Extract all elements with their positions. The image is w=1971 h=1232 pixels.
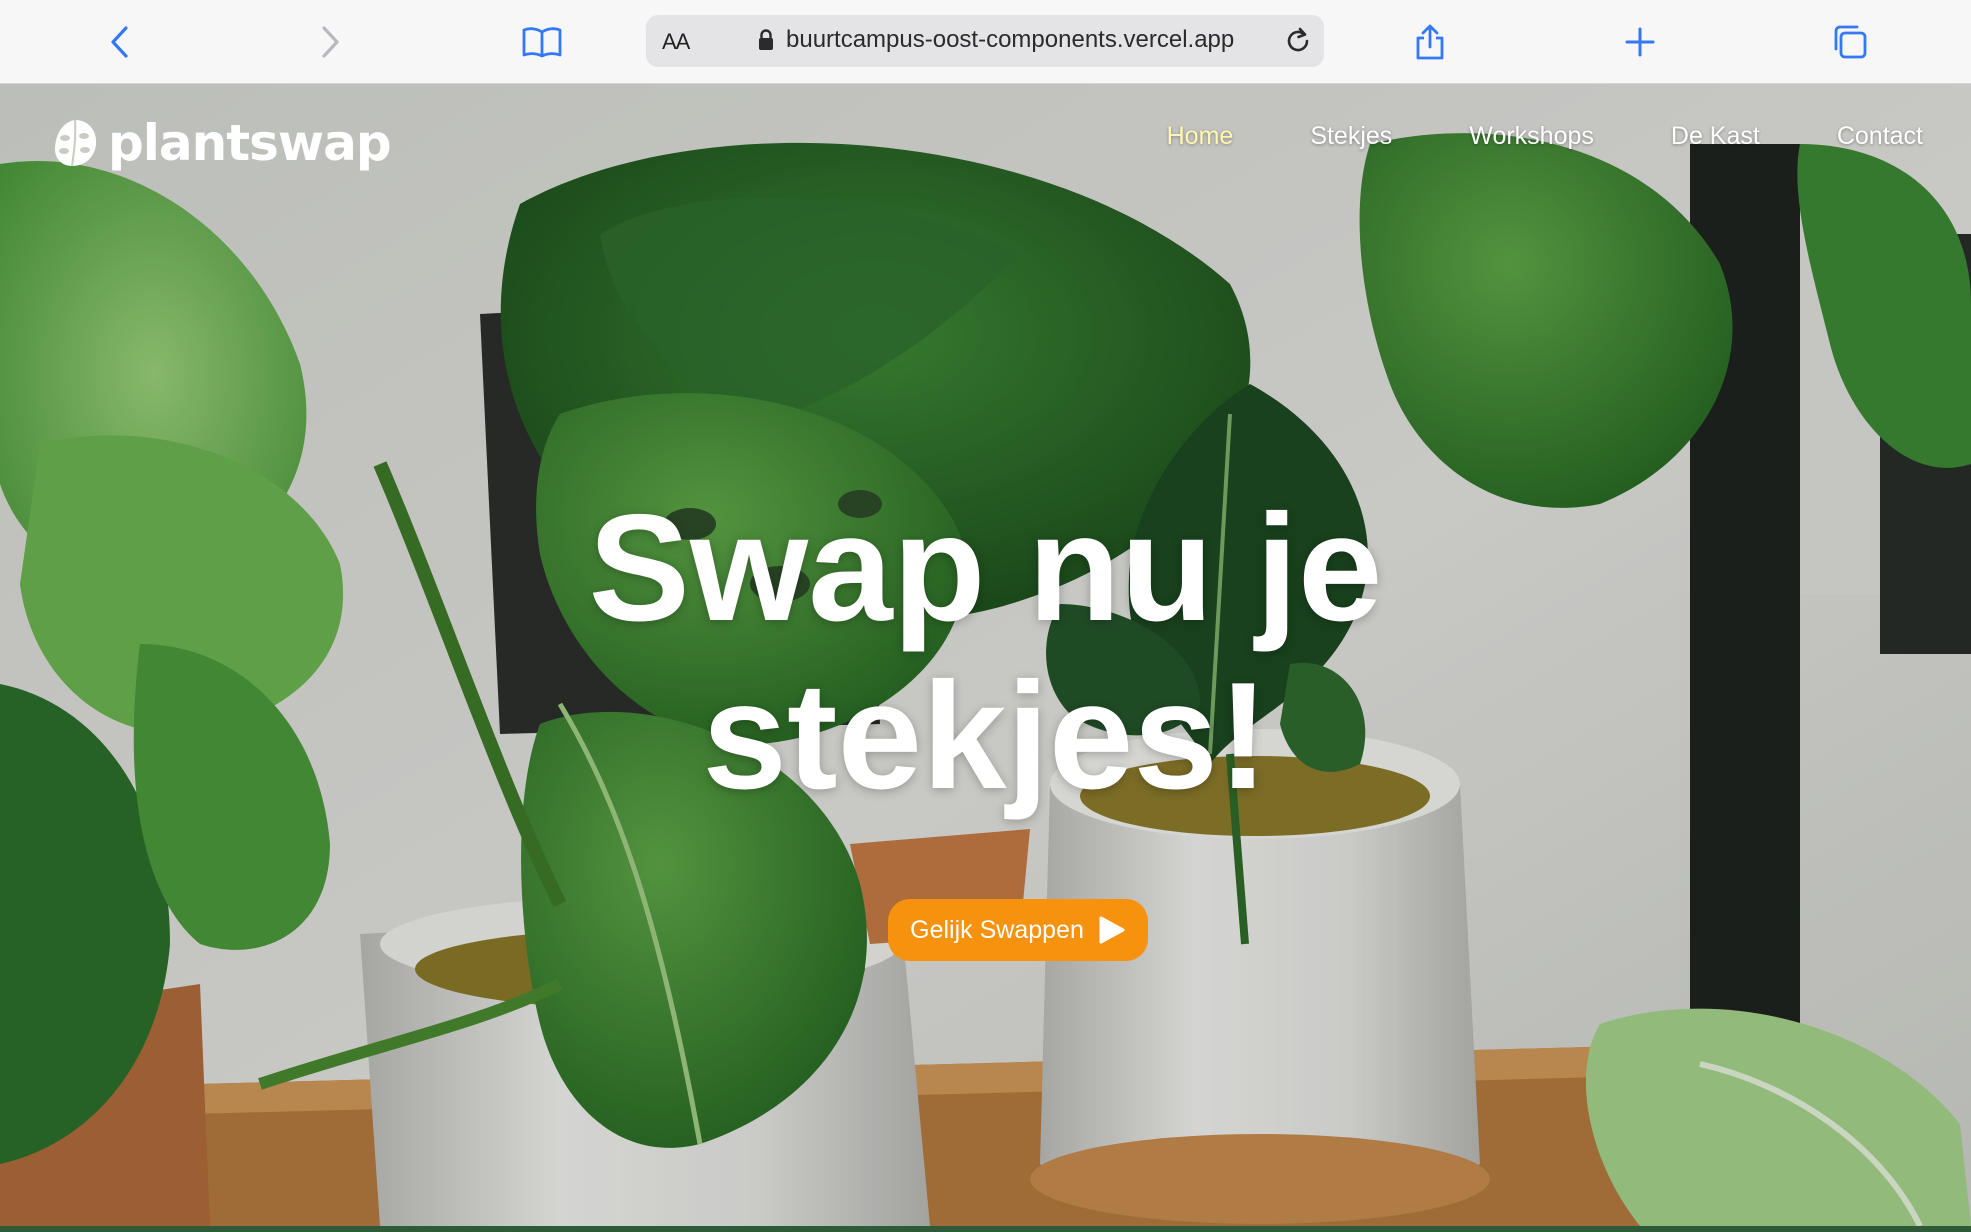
lock-icon	[759, 29, 773, 50]
logo-text: plantswap	[108, 114, 392, 172]
site-logo[interactable]: plantswap	[52, 114, 392, 172]
bookmarks-icon	[522, 27, 562, 58]
page-bottom-edge	[0, 1226, 1971, 1232]
nav-de-kast[interactable]: De Kast	[1671, 122, 1760, 151]
address-bar[interactable]: AA buurtcampus-oost-components.vercel.ap…	[646, 15, 1324, 67]
tabs-button[interactable]	[1822, 14, 1878, 70]
web-page: plantswap Home Stekjes Workshops De Kast…	[0, 84, 1971, 1226]
nav-home[interactable]: Home	[1167, 122, 1234, 151]
bookmarks-button[interactable]	[514, 14, 570, 70]
new-tab-icon	[1625, 27, 1655, 57]
main-nav: Home Stekjes Workshops De Kast Contact	[1090, 122, 1923, 151]
tabs-icon	[1834, 25, 1867, 59]
cta-label: Gelijk Swappen	[910, 915, 1084, 944]
hero-title-line-2: stekjes!	[702, 651, 1269, 821]
new-tab-button[interactable]	[1612, 14, 1668, 70]
back-button[interactable]	[92, 14, 148, 70]
back-icon	[111, 26, 128, 58]
play-icon	[1099, 916, 1125, 944]
share-icon	[1416, 24, 1444, 60]
text-size-button[interactable]: AA	[662, 29, 690, 55]
nav-stekjes[interactable]: Stekjes	[1310, 122, 1392, 151]
url-text: buurtcampus-oost-components.vercel.app	[786, 26, 1235, 53]
share-button[interactable]	[1402, 14, 1458, 70]
browser-toolbar: AA buurtcampus-oost-components.vercel.ap…	[0, 0, 1971, 84]
monstera-leaf-icon	[55, 119, 97, 167]
forward-icon	[322, 26, 339, 58]
hero-title: Swap nu je stekjes!	[0, 484, 1971, 820]
forward-button[interactable]	[302, 14, 358, 70]
nav-workshops[interactable]: Workshops	[1469, 122, 1594, 151]
nav-contact[interactable]: Contact	[1837, 122, 1923, 151]
reload-button[interactable]	[1282, 25, 1314, 62]
hero-title-line-1: Swap nu je	[588, 483, 1383, 653]
reload-icon	[1287, 27, 1309, 52]
cta-button[interactable]: Gelijk Swappen	[888, 899, 1148, 961]
